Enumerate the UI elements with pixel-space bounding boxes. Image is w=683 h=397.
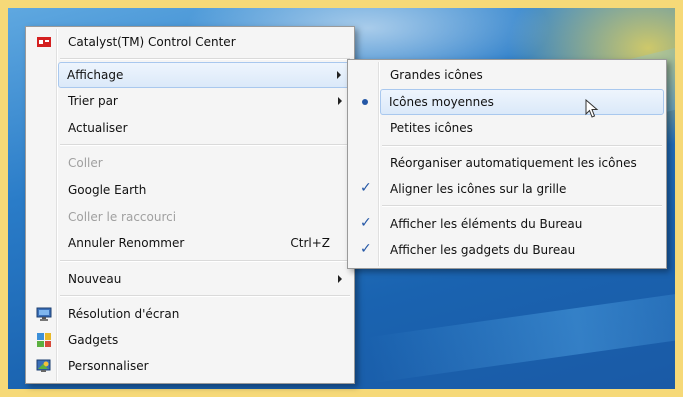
submenu-arrow-icon [338, 97, 342, 105]
menu-separator [382, 145, 662, 147]
menu-item-label: Afficher les éléments du Bureau [390, 217, 583, 231]
checkmark-icon: ✓ [360, 241, 372, 257]
menu-separator [60, 144, 350, 146]
menu-item-resolution[interactable]: Résolution d'écran [28, 302, 352, 326]
affichage-submenu: Grandes icônes Icônes moyennes Petites i… [347, 59, 667, 269]
menu-separator [60, 58, 350, 60]
radio-bullet-icon [362, 99, 368, 105]
menu-item-actualiser[interactable]: Actualiser [28, 116, 352, 140]
menu-item-trier-par[interactable]: Trier par [28, 89, 352, 113]
personalize-icon [36, 358, 52, 374]
catalyst-icon [36, 34, 52, 50]
submenu-item-aligner[interactable]: ✓ Aligner les icônes sur la grille [350, 177, 664, 201]
wallpaper-light-ray-lower [366, 278, 675, 384]
menu-item-label: Coller [68, 156, 103, 170]
menu-item-label: Nouveau [68, 272, 122, 286]
menu-item-gadgets[interactable]: Gadgets [28, 328, 352, 352]
submenu-arrow-icon [338, 275, 342, 283]
menu-item-label: Actualiser [68, 121, 128, 135]
menu-separator [60, 260, 350, 262]
submenu-item-petites-icones[interactable]: Petites icônes [350, 116, 664, 140]
checkmark-icon: ✓ [360, 215, 372, 231]
menu-item-label: Annuler Renommer [68, 236, 185, 250]
submenu-item-icones-moyennes[interactable]: Icônes moyennes [362, 89, 664, 115]
desktop-context-menu: Catalyst(TM) Control Center Affichage Tr… [25, 26, 355, 384]
monitor-icon [36, 306, 52, 322]
menu-item-label: Réorganiser automatiquement les icônes [390, 156, 637, 170]
menu-item-label: Aligner les icônes sur la grille [390, 182, 567, 196]
submenu-item-reorganiser[interactable]: Réorganiser automatiquement les icônes [350, 151, 664, 175]
menu-item-nouveau[interactable]: Nouveau [28, 267, 352, 291]
menu-item-label: Icônes moyennes [389, 95, 494, 109]
menu-separator [60, 295, 350, 297]
menu-separator [382, 205, 662, 207]
menu-item-annuler-renommer[interactable]: Annuler Renommer Ctrl+Z [28, 231, 352, 255]
menu-item-label: Grandes icônes [390, 68, 483, 82]
checkmark-icon: ✓ [360, 180, 372, 196]
menu-item-label: Catalyst(TM) Control Center [68, 35, 236, 49]
menu-item-label: Coller le raccourci [68, 210, 177, 224]
mouse-pointer-icon [585, 98, 599, 123]
menu-item-affichage[interactable]: Affichage [58, 62, 352, 88]
menu-item-shortcut: Ctrl+Z [290, 236, 330, 250]
menu-item-coller-raccourci[interactable]: Coller le raccourci [28, 205, 352, 229]
submenu-item-grandes-icones[interactable]: Grandes icônes [350, 63, 664, 87]
submenu-arrow-icon [337, 71, 341, 79]
menu-item-label: Afficher les gadgets du Bureau [390, 243, 576, 257]
menu-item-label: Trier par [68, 94, 118, 108]
menu-item-label: Gadgets [68, 333, 119, 347]
menu-item-label: Résolution d'écran [68, 307, 180, 321]
menu-item-label: Affichage [67, 68, 124, 82]
menu-item-label: Petites icônes [390, 121, 473, 135]
menu-item-label: Personnaliser [68, 359, 149, 373]
menu-item-label: Google Earth [68, 183, 147, 197]
menu-item-personnaliser[interactable]: Personnaliser [28, 354, 352, 378]
menu-item-google-earth[interactable]: Google Earth [28, 178, 352, 202]
gadgets-icon [36, 332, 52, 348]
menu-item-catalyst[interactable]: Catalyst(TM) Control Center [28, 30, 352, 54]
menu-item-coller[interactable]: Coller [28, 151, 352, 175]
submenu-item-afficher-gadgets[interactable]: ✓ Afficher les gadgets du Bureau [350, 238, 664, 262]
submenu-item-afficher-elements[interactable]: ✓ Afficher les éléments du Bureau [350, 212, 664, 236]
